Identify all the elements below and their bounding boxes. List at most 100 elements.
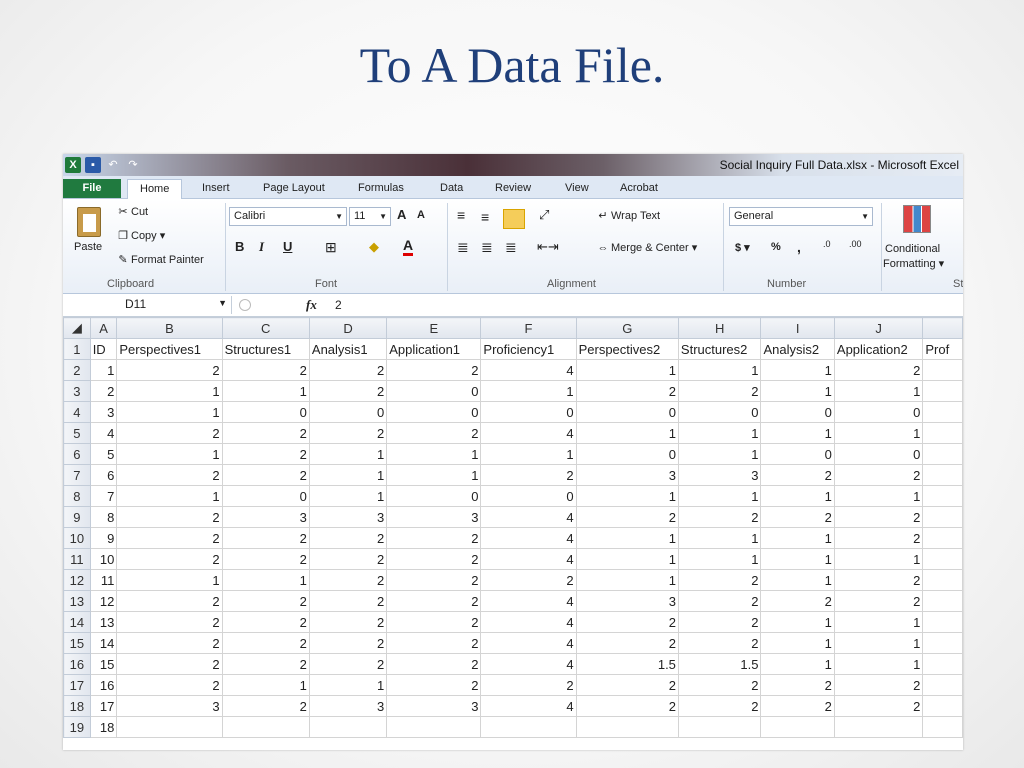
cell[interactable]: 0 (760, 401, 835, 423)
cell[interactable]: 3 (575, 464, 679, 486)
cell[interactable]: 2 (308, 548, 388, 570)
excel-app-icon[interactable]: X (65, 157, 81, 173)
cell[interactable]: 1 (760, 380, 835, 402)
cell[interactable]: 2 (575, 632, 679, 654)
cell[interactable]: 9 (89, 527, 118, 549)
cell[interactable]: 2 (116, 527, 223, 549)
cell[interactable]: 0 (221, 401, 310, 423)
merge-center-button[interactable]: ⇔ Merge & Center ▾ (595, 241, 698, 254)
cell[interactable] (833, 716, 924, 738)
cell[interactable] (221, 716, 310, 738)
cell[interactable]: 4 (480, 359, 577, 381)
cell[interactable]: 1 (116, 485, 223, 507)
paste-icon[interactable] (77, 207, 101, 237)
paste-button[interactable]: Paste (74, 241, 102, 253)
tab-view[interactable]: View (565, 179, 589, 198)
cell[interactable]: 4 (480, 422, 577, 444)
cell[interactable]: 15 (89, 653, 118, 675)
cell[interactable] (922, 422, 963, 444)
cell[interactable]: 2 (221, 590, 310, 612)
font-size-dropdown[interactable]: 11 ▼ (349, 207, 391, 226)
cell[interactable]: 2 (116, 548, 223, 570)
cell[interactable]: 1 (760, 548, 835, 570)
cell[interactable]: 1 (575, 548, 679, 570)
cell[interactable]: 2 (386, 674, 482, 696)
cell[interactable]: Analysis1 (308, 338, 388, 360)
cell[interactable]: 1 (760, 359, 835, 381)
chevron-down-icon[interactable]: ▼ (218, 298, 227, 308)
tab-acrobat[interactable]: Acrobat (620, 179, 658, 198)
cell[interactable]: 2 (116, 590, 223, 612)
italic-button[interactable]: I (259, 239, 264, 255)
cell[interactable]: 2 (833, 527, 924, 549)
cell[interactable]: 2 (760, 674, 835, 696)
cell[interactable]: 2 (386, 632, 482, 654)
number-format-dropdown[interactable]: General ▼ (729, 207, 873, 226)
column-header[interactable]: A (89, 317, 118, 339)
cell[interactable]: 3 (386, 695, 482, 717)
cancel-icon[interactable] (239, 299, 251, 311)
cell[interactable]: 1 (760, 485, 835, 507)
cell[interactable]: 1 (833, 653, 924, 675)
decrease-decimal-button[interactable]: .00 (849, 239, 862, 249)
cell[interactable]: 1 (677, 485, 762, 507)
cell[interactable]: 1 (760, 527, 835, 549)
cell[interactable]: 1 (308, 674, 388, 696)
cell[interactable] (760, 716, 835, 738)
cell[interactable]: 2 (308, 527, 388, 549)
cell[interactable] (308, 716, 388, 738)
cell[interactable]: Structures2 (677, 338, 762, 360)
row-header[interactable]: 17 (63, 674, 91, 696)
cell[interactable]: 4 (480, 695, 577, 717)
cell[interactable]: 2 (575, 674, 679, 696)
cell[interactable]: 1 (116, 569, 223, 591)
row-header[interactable]: 13 (63, 590, 91, 612)
cell[interactable]: 2 (386, 590, 482, 612)
cell[interactable] (922, 359, 963, 381)
cell[interactable]: 8 (89, 506, 118, 528)
cell[interactable]: 2 (116, 464, 223, 486)
column-header[interactable] (922, 317, 963, 339)
cell[interactable]: 1 (677, 422, 762, 444)
cell[interactable]: 0 (221, 485, 310, 507)
cell[interactable]: 2 (221, 632, 310, 654)
cell[interactable]: 6 (89, 464, 118, 486)
cell[interactable] (922, 401, 963, 423)
row-header[interactable]: 18 (63, 695, 91, 717)
cell[interactable]: 2 (386, 611, 482, 633)
cell[interactable]: 3 (677, 464, 762, 486)
tab-data[interactable]: Data (440, 179, 463, 198)
row-header[interactable]: 1 (63, 338, 91, 360)
align-top-icon[interactable]: ≡ (457, 207, 465, 223)
column-header[interactable]: E (386, 317, 482, 339)
column-header[interactable]: C (221, 317, 310, 339)
format-painter-button[interactable]: ✎ Format Painter (115, 253, 203, 266)
increase-decimal-button[interactable]: .0 (823, 239, 831, 249)
cell[interactable]: 2 (221, 464, 310, 486)
cell[interactable]: 0 (308, 401, 388, 423)
tab-review[interactable]: Review (495, 179, 531, 198)
row-header[interactable]: 16 (63, 653, 91, 675)
cell[interactable]: 2 (833, 506, 924, 528)
cell[interactable]: 1 (116, 401, 223, 423)
cell[interactable]: 0 (386, 485, 482, 507)
cell[interactable]: 4 (480, 527, 577, 549)
cell[interactable]: Perspectives2 (575, 338, 679, 360)
cell[interactable]: 2 (308, 611, 388, 633)
cell[interactable]: 1 (221, 380, 310, 402)
cell[interactable]: 2 (833, 590, 924, 612)
align-bottom-icon[interactable] (503, 209, 525, 229)
copy-button[interactable]: ❐ Copy ▾ (115, 229, 165, 242)
cell[interactable]: 2 (386, 422, 482, 444)
cell[interactable]: 2 (833, 569, 924, 591)
row-header[interactable]: 2 (63, 359, 91, 381)
cell[interactable]: 2 (386, 653, 482, 675)
cell[interactable]: 0 (833, 401, 924, 423)
cell[interactable]: 2 (308, 632, 388, 654)
cell[interactable]: 2 (386, 569, 482, 591)
cell[interactable]: 2 (833, 695, 924, 717)
cell[interactable]: 0 (386, 401, 482, 423)
cell[interactable]: 2 (760, 506, 835, 528)
borders-icon[interactable]: ⊞ (325, 239, 337, 256)
tab-formulas[interactable]: Formulas (358, 179, 404, 198)
